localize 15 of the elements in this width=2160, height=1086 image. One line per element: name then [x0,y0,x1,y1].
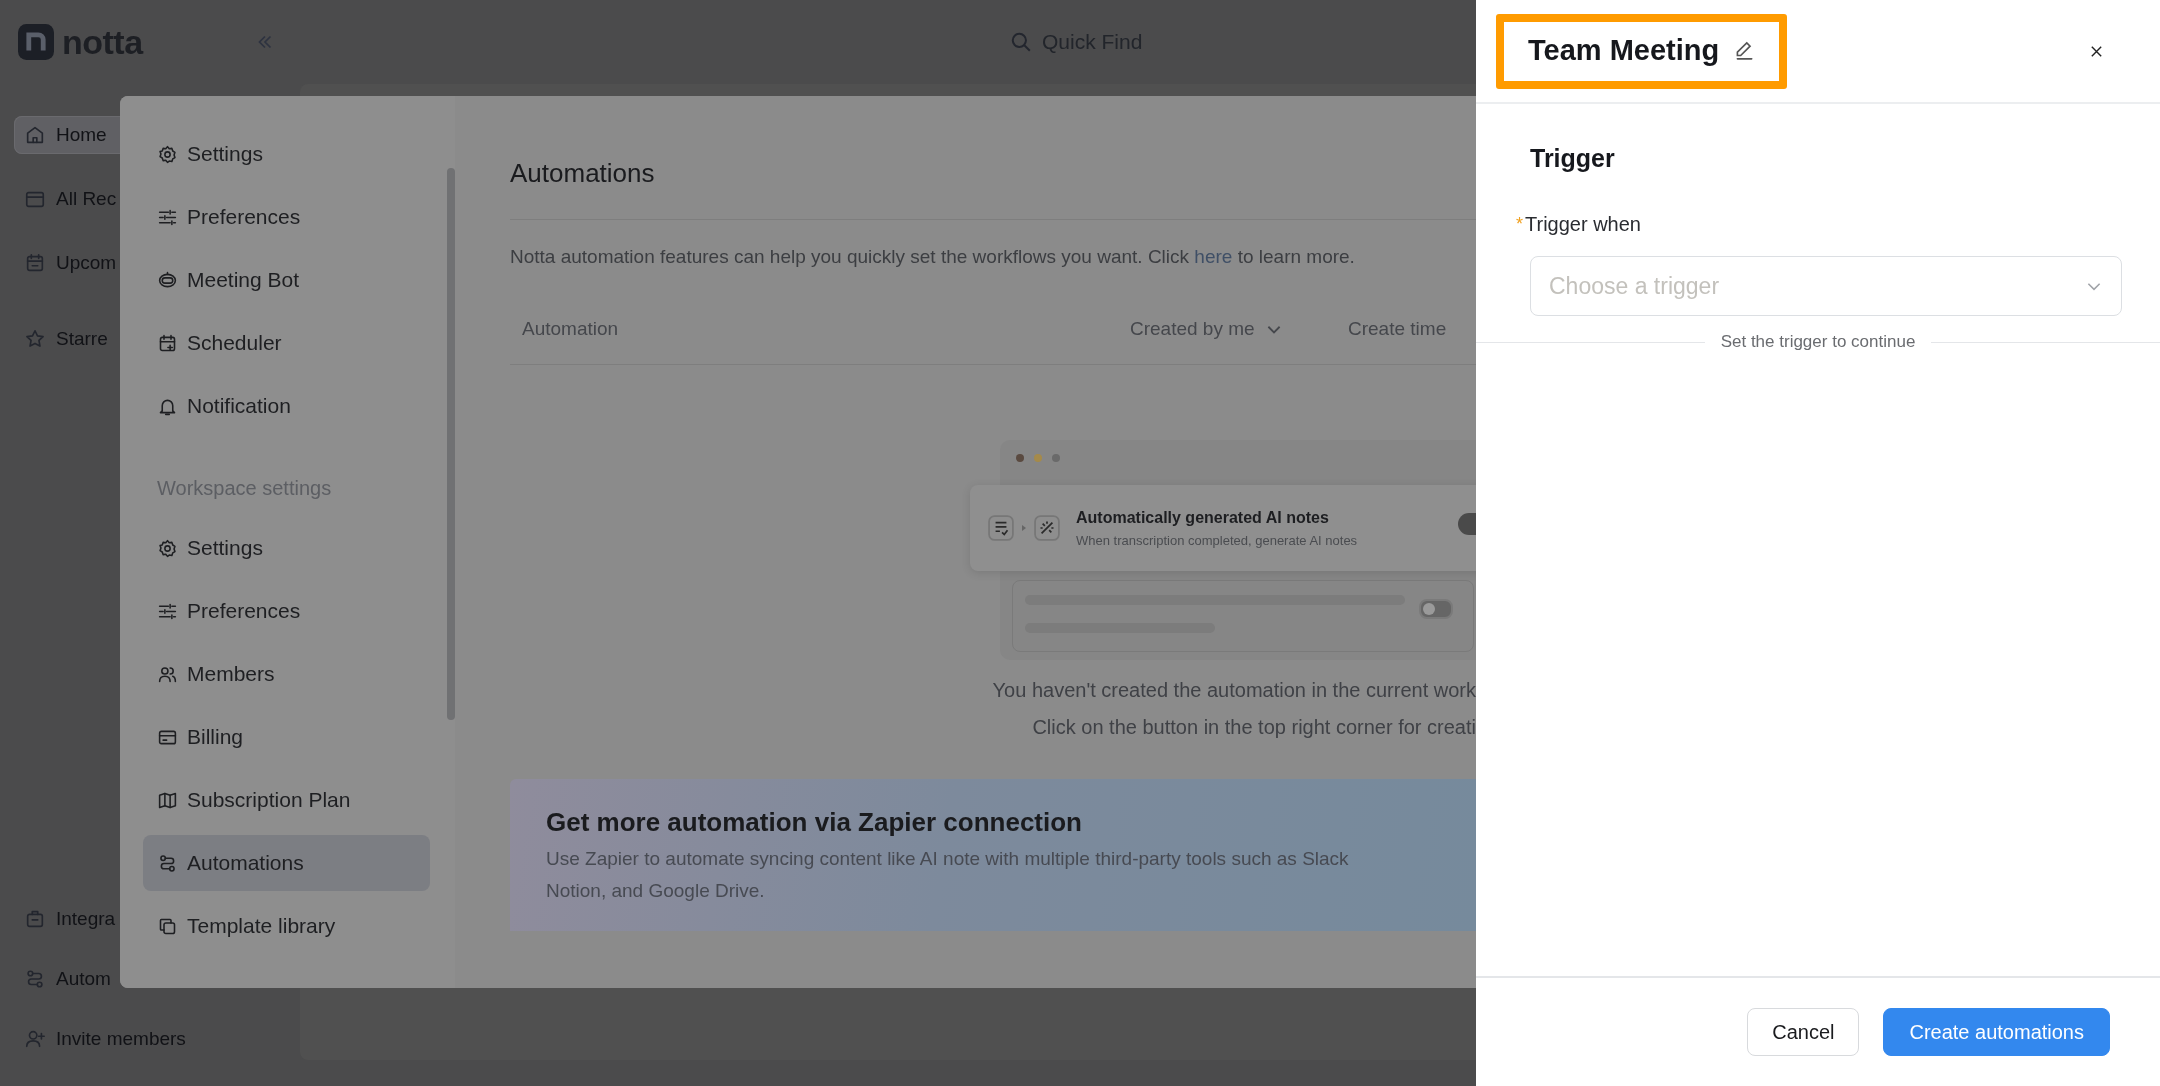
card-title: Automatically generated AI notes [1076,508,1330,527]
banner-text: Notion, and Google Drive. [546,880,766,902]
description-text: Notta automation features can help you quickly set the workflows you want. Click here to learn more. [510,246,1356,268]
required-mark: * [1516,214,1523,235]
empty-state-text: You haven't created the automation in the current work [992,679,1476,702]
hint-text: Set the trigger to continue [1720,332,1916,352]
banner-title: Get more automation via Zapier connection [546,807,1083,838]
field-label: *Trigger when [1516,213,1642,236]
empty-state-text: Click on the button in the top right corner for creati [1032,716,1476,739]
banner-text: Use Zapier to automate syncing content like AI note with multiple third-party tools such as Slack [546,848,1350,870]
card-subtitle: When transcription completed, generate AI notes [1076,532,1358,548]
section-title: Trigger [1530,144,1616,173]
panel-title: Team Meeting [1528,33,1720,67]
column-header: Create time [1348,318,1448,340]
column-header: Automation [521,318,620,340]
